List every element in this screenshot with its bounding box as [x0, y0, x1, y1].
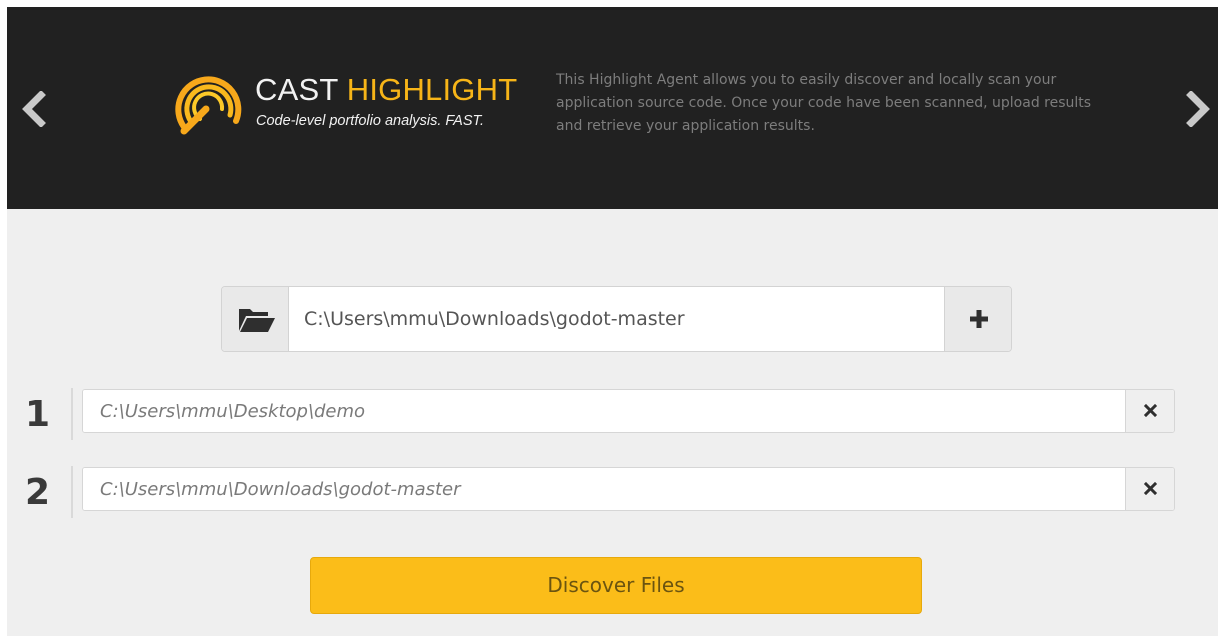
chevron-right-icon[interactable] [1183, 91, 1215, 127]
folder-path-field[interactable] [83, 390, 1123, 432]
folder-list-item [82, 467, 1175, 511]
add-folder-button[interactable] [944, 287, 1011, 351]
row-divider [71, 388, 73, 440]
path-entry-bar [221, 286, 1012, 352]
plus-icon [970, 310, 988, 328]
browse-folder-button[interactable] [222, 287, 289, 351]
brand-title: CAST HIGHLIGHT [255, 73, 517, 107]
close-icon [1144, 482, 1157, 495]
remove-folder-button[interactable] [1125, 390, 1174, 432]
folder-number: 1 [25, 394, 51, 435]
close-icon [1144, 404, 1157, 417]
folder-list-item [82, 389, 1175, 433]
header-banner: CAST HIGHLIGHT Code-level portfolio anal… [7, 7, 1218, 209]
folder-path-field[interactable] [83, 468, 1123, 510]
chevron-left-icon[interactable] [17, 91, 49, 127]
remove-folder-button[interactable] [1125, 468, 1174, 510]
agent-description: This Highlight Agent allows you to easil… [556, 72, 1092, 134]
brand-tagline: Code-level portfolio analysis. FAST. [256, 113, 485, 129]
discover-files-button[interactable]: Discover Files [310, 557, 922, 614]
folder-path-input[interactable] [289, 287, 942, 351]
folder-number: 2 [25, 472, 51, 513]
app-window: CAST HIGHLIGHT Code-level portfolio anal… [7, 7, 1218, 636]
folder-open-icon [239, 309, 275, 332]
brand-name-cast: CAST [255, 72, 338, 107]
brand-name-highlight: HIGHLIGHT [346, 72, 518, 107]
cast-highlight-logo [170, 65, 248, 143]
row-divider [71, 466, 73, 518]
